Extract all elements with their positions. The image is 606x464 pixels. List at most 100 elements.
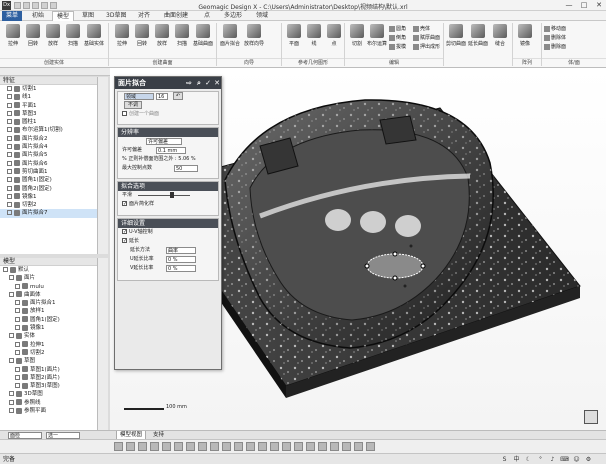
visibility-checkbox[interactable] bbox=[7, 210, 12, 216]
extend-method-select[interactable]: 曲率 bbox=[166, 247, 196, 254]
feature-tree-row[interactable]: 草图3 bbox=[0, 110, 97, 118]
draft-button[interactable]: 拔模 bbox=[389, 43, 406, 51]
extrude-button[interactable]: 拉伸 bbox=[3, 24, 23, 52]
loft-button[interactable]: 放样 bbox=[43, 24, 63, 52]
tab-3d-sketch[interactable]: 3D草图 bbox=[102, 11, 130, 21]
model-tree-row[interactable]: 草图3(草图) bbox=[0, 382, 97, 390]
smooth-slider-thumb[interactable] bbox=[170, 192, 174, 198]
visibility-checkbox[interactable] bbox=[7, 185, 12, 191]
view-tool-button[interactable] bbox=[282, 442, 291, 451]
visibility-checkbox[interactable] bbox=[9, 391, 14, 397]
model-tree-row[interactable]: 参照线 bbox=[0, 399, 97, 407]
loft-surface-button[interactable]: 放样 bbox=[152, 24, 172, 52]
microphone-icon[interactable]: ♪ bbox=[548, 455, 557, 464]
tab-menu[interactable]: 菜单 bbox=[2, 11, 23, 21]
visibility-checkbox[interactable] bbox=[9, 333, 14, 339]
feature-tree-row[interactable]: 线1 bbox=[0, 93, 97, 101]
keyboard-icon[interactable]: ⌨ bbox=[560, 455, 569, 464]
visibility-checkbox[interactable] bbox=[15, 325, 20, 331]
visibility-checkbox[interactable] bbox=[3, 267, 8, 272]
fit-options-header[interactable]: 拟合选项 bbox=[118, 182, 218, 191]
delete-face-button[interactable]: 删除面 bbox=[544, 43, 566, 51]
visibility-checkbox[interactable] bbox=[15, 316, 20, 322]
visibility-checkbox[interactable] bbox=[9, 399, 14, 405]
model-tree-row[interactable]: 拉伸1 bbox=[0, 341, 97, 349]
visibility-checkbox[interactable] bbox=[15, 383, 20, 389]
model-tree-row[interactable]: 曲面体 bbox=[0, 291, 97, 299]
tab-model[interactable]: 模型 bbox=[52, 11, 75, 21]
feature-tree-row[interactable]: 面片拟合4 bbox=[0, 143, 97, 151]
visibility-checkbox[interactable] bbox=[9, 408, 14, 414]
selection-mode-select[interactable]: 面检 bbox=[8, 432, 42, 439]
primitive-solid-button[interactable]: 基础实体 bbox=[84, 24, 104, 52]
feature-tree-row[interactable]: 面片拟合5 bbox=[0, 151, 97, 159]
user-icon[interactable]: ☺ bbox=[572, 455, 581, 464]
tab-region[interactable]: 领域 bbox=[252, 11, 272, 21]
create-face-checkbox[interactable] bbox=[122, 111, 127, 116]
visibility-checkbox[interactable] bbox=[15, 308, 20, 314]
sample-checkbox[interactable]: ✓ bbox=[122, 201, 127, 207]
visibility-checkbox[interactable] bbox=[9, 358, 14, 364]
shell-button[interactable]: 壳体 bbox=[413, 25, 430, 33]
visibility-checkbox[interactable] bbox=[7, 102, 12, 108]
feature-tree-row[interactable]: 面片拟合6 bbox=[0, 160, 97, 168]
mirror-button[interactable]: 镜像 bbox=[515, 24, 535, 52]
view-tool-button[interactable] bbox=[366, 442, 375, 451]
sweep-button[interactable]: 扫描 bbox=[63, 24, 83, 52]
view-tool-button[interactable] bbox=[330, 442, 339, 451]
visibility-checkbox[interactable] bbox=[7, 202, 12, 208]
details-header[interactable]: 详细设置 bbox=[118, 219, 218, 228]
region-field[interactable]: 领域 bbox=[124, 93, 154, 100]
feature-tree-row[interactable]: 切割1 bbox=[0, 85, 97, 93]
visibility-checkbox[interactable] bbox=[7, 144, 12, 150]
feature-tree-row[interactable]: 圆角1(固定) bbox=[0, 176, 97, 184]
model-tree-scrollbar[interactable] bbox=[98, 258, 108, 430]
view-tool-button[interactable] bbox=[258, 442, 267, 451]
maximize-button[interactable]: □ bbox=[577, 0, 591, 11]
view-tool-button[interactable] bbox=[234, 442, 243, 451]
ime-icon[interactable]: S bbox=[500, 455, 509, 464]
visibility-checkbox[interactable] bbox=[7, 119, 12, 125]
primitive-surface-button[interactable]: 基础曲面 bbox=[193, 24, 213, 52]
sweep-surface-button[interactable]: 扫描 bbox=[172, 24, 192, 52]
resolution-header[interactable]: 分辨率 bbox=[118, 128, 218, 137]
visibility-checkbox[interactable] bbox=[7, 135, 12, 141]
revolve-button[interactable]: 回转 bbox=[23, 24, 43, 52]
uv-control-checkbox[interactable]: ✓ bbox=[122, 229, 127, 235]
view-tool-button[interactable] bbox=[222, 442, 231, 451]
visibility-checkbox[interactable] bbox=[7, 193, 12, 199]
smooth-slider[interactable] bbox=[138, 195, 190, 196]
plane-button[interactable]: 平面 bbox=[284, 24, 304, 52]
model-tree-row[interactable]: 圆角1(固定) bbox=[0, 316, 97, 324]
model-tree-row[interactable]: 面片 bbox=[0, 274, 97, 282]
visibility-checkbox[interactable] bbox=[7, 86, 12, 91]
max-control-points-input[interactable]: 50 bbox=[174, 165, 198, 172]
visibility-checkbox[interactable] bbox=[15, 366, 20, 372]
point-button[interactable]: 点 bbox=[324, 24, 344, 52]
model-tree-row[interactable]: 草图2(面片) bbox=[0, 374, 97, 382]
stitch-button[interactable]: 缝合 bbox=[490, 24, 510, 52]
feature-tree-row[interactable]: 面片拟合7 bbox=[0, 209, 97, 218]
view-tool-button[interactable] bbox=[246, 442, 255, 451]
view-tool-button[interactable] bbox=[354, 442, 363, 451]
visibility-checkbox[interactable] bbox=[15, 349, 20, 355]
cut-button[interactable]: 切割 bbox=[347, 24, 367, 52]
view-tool-button[interactable] bbox=[294, 442, 303, 451]
v-ratio-input[interactable]: 0 % bbox=[166, 265, 196, 272]
feature-tree-row[interactable]: 圆角2(固定) bbox=[0, 185, 97, 193]
view-tool-button[interactable] bbox=[198, 442, 207, 451]
visibility-checkbox[interactable] bbox=[15, 374, 20, 380]
chamfer-button[interactable]: 倒角 bbox=[389, 34, 406, 42]
view-tool-button[interactable] bbox=[162, 442, 171, 451]
visibility-checkbox[interactable] bbox=[7, 110, 12, 116]
fillet-button[interactable]: 圆角 bbox=[389, 25, 406, 33]
visibility-checkbox[interactable] bbox=[7, 127, 12, 133]
extend-surface-button[interactable]: 延长曲面 bbox=[468, 24, 488, 52]
moon-icon[interactable]: ☾ bbox=[524, 455, 533, 464]
model-tree-row[interactable]: 草图 bbox=[0, 357, 97, 365]
model-tree-row[interactable]: 3D草图 bbox=[0, 390, 97, 398]
tab-sketch[interactable]: 草图 bbox=[78, 11, 98, 21]
visibility-checkbox[interactable] bbox=[9, 275, 14, 281]
revolve-surface-button[interactable]: 回转 bbox=[132, 24, 152, 52]
model-tree-row[interactable]: 草图1(面片) bbox=[0, 366, 97, 374]
